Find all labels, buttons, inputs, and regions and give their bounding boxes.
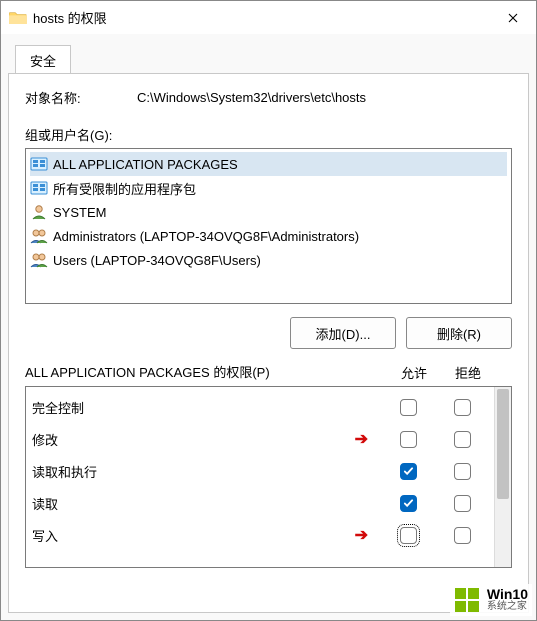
deny-checkbox[interactable]: [454, 527, 471, 544]
tab-strip: 安全: [1, 34, 536, 74]
deny-checkbox[interactable]: [454, 399, 471, 416]
tab-security[interactable]: 安全: [15, 45, 71, 75]
windows-logo-icon: [454, 586, 482, 614]
group-icon: [30, 227, 48, 245]
permission-label: 完全控制: [32, 398, 380, 417]
allow-checkbox[interactable]: [400, 399, 417, 416]
permissions-table: 完全控制修改➔ 读取和执行读取写入➔: [26, 387, 494, 567]
permissions-box: 完全控制修改➔ 读取和执行读取写入➔: [25, 386, 512, 568]
group-item[interactable]: ALL APPLICATION PACKAGES: [30, 152, 507, 176]
permission-label: 修改: [32, 430, 380, 449]
titlebar: hosts 的权限: [1, 1, 536, 34]
tab-panel: 对象名称: C:\Windows\System32\drivers\etc\ho…: [8, 73, 529, 613]
group-item-label: Users (LAPTOP-34OVQG8F\Users): [53, 253, 261, 268]
deny-checkbox[interactable]: [454, 495, 471, 512]
deny-checkbox[interactable]: [454, 431, 471, 448]
permissions-for-label: ALL APPLICATION PACKAGES 的权限(P): [25, 364, 386, 382]
package-icon: [30, 179, 48, 197]
watermark: Win10 系统之家: [450, 584, 532, 616]
add-button[interactable]: 添加(D)...: [290, 317, 396, 349]
permission-label: 读取: [32, 494, 380, 513]
group-item-label: SYSTEM: [53, 205, 106, 220]
watermark-line1: Win10: [487, 587, 528, 601]
permission-row: 修改➔: [32, 423, 488, 455]
object-name-row: 对象名称: C:\Windows\System32\drivers\etc\ho…: [25, 88, 512, 107]
groups-label: 组或用户名(G):: [25, 125, 512, 144]
group-item-label: 所有受限制的应用程序包: [53, 179, 196, 198]
permission-row: 完全控制: [32, 391, 488, 423]
client-area: 安全 对象名称: C:\Windows\System32\drivers\etc…: [1, 34, 536, 620]
permissions-header: ALL APPLICATION PACKAGES 的权限(P) 允许 拒绝: [25, 363, 512, 382]
allow-checkbox[interactable]: [400, 495, 417, 512]
user-icon: [30, 203, 48, 221]
group-item-label: ALL APPLICATION PACKAGES: [53, 157, 238, 172]
folder-icon: [9, 10, 27, 25]
group-item-label: Administrators (LAPTOP-34OVQG8F\Administ…: [53, 229, 359, 244]
permission-row: 读取: [32, 487, 488, 519]
column-deny: 拒绝: [442, 363, 494, 382]
group-item[interactable]: SYSTEM: [30, 200, 507, 224]
window-title: hosts 的权限: [33, 8, 490, 27]
scrollbar[interactable]: [494, 387, 511, 567]
group-item[interactable]: Users (LAPTOP-34OVQG8F\Users): [30, 248, 507, 272]
object-name-label: 对象名称:: [25, 88, 137, 107]
button-row: 添加(D)... 删除(R): [25, 317, 512, 349]
permission-label: 读取和执行: [32, 462, 380, 481]
deny-checkbox[interactable]: [454, 463, 471, 480]
allow-checkbox[interactable]: [400, 463, 417, 480]
allow-checkbox[interactable]: [400, 527, 417, 544]
group-icon: [30, 251, 48, 269]
column-allow: 允许: [386, 363, 442, 382]
properties-dialog: hosts 的权限 安全 对象名称: C:\Windows\System32\d…: [0, 0, 537, 621]
group-list[interactable]: ALL APPLICATION PACKAGES 所有受限制的应用程序包 SYSTE…: [25, 148, 512, 304]
group-item[interactable]: Administrators (LAPTOP-34OVQG8F\Administ…: [30, 224, 507, 248]
group-item[interactable]: 所有受限制的应用程序包: [30, 176, 507, 200]
watermark-line2: 系统之家: [487, 601, 528, 613]
permission-label: 写入: [32, 526, 380, 545]
permission-row: 写入➔: [32, 519, 488, 551]
package-icon: [30, 155, 48, 173]
close-button[interactable]: [490, 1, 536, 34]
permission-row: 读取和执行: [32, 455, 488, 487]
remove-button[interactable]: 删除(R): [406, 317, 512, 349]
object-name-value: C:\Windows\System32\drivers\etc\hosts: [137, 90, 366, 105]
scrollbar-thumb[interactable]: [497, 389, 509, 499]
allow-checkbox[interactable]: [400, 431, 417, 448]
